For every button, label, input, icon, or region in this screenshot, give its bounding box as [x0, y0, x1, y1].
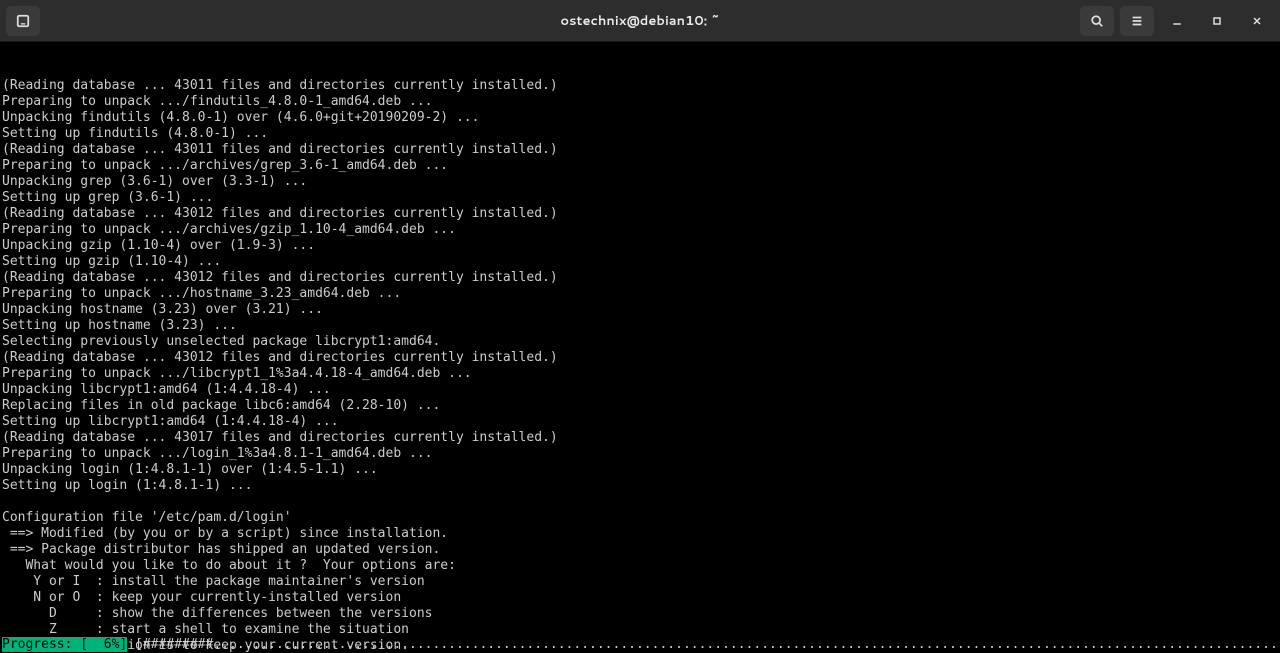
terminal-output[interactable]: (Reading database ... 43011 files and di… [0, 42, 1280, 653]
progress-row: Progress: [ 6%] [#########..............… [2, 637, 1278, 653]
terminal-lines: (Reading database ... 43011 files and di… [2, 78, 1278, 653]
terminal-line: Preparing to unpack .../archives/grep_3.… [2, 158, 1278, 174]
terminal-line: Setting up grep (3.6-1) ... [2, 190, 1278, 206]
terminal-line: Setting up login (1:4.8.1-1) ... [2, 478, 1278, 494]
terminal-line: Preparing to unpack .../archives/gzip_1.… [2, 222, 1278, 238]
terminal-line: Unpacking grep (3.6-1) over (3.3-1) ... [2, 174, 1278, 190]
terminal-line: Setting up gzip (1.10-4) ... [2, 254, 1278, 270]
terminal-line: Selecting previously unselected package … [2, 334, 1278, 350]
terminal-line: Setting up libcrypt1:amd64 (1:4.4.18-4) … [2, 414, 1278, 430]
terminal-line: Replacing files in old package libc6:amd… [2, 398, 1278, 414]
search-button[interactable] [1080, 6, 1114, 36]
maximize-button[interactable] [1200, 6, 1234, 36]
progress-bar-filled: ######### [143, 637, 213, 652]
terminal-line: Configuration file '/etc/pam.d/login' [2, 510, 1278, 526]
terminal-line [2, 494, 1278, 510]
terminal-line: (Reading database ... 43011 files and di… [2, 78, 1278, 94]
terminal-line: Unpacking hostname (3.23) over (3.21) ..… [2, 302, 1278, 318]
terminal-line: Setting up findutils (4.8.0-1) ... [2, 126, 1278, 142]
terminal-line: D : show the differences between the ver… [2, 606, 1278, 622]
terminal-line: Y or I : install the package maintainer'… [2, 574, 1278, 590]
terminal-line: Unpacking gzip (1.10-4) over (1.9-3) ... [2, 238, 1278, 254]
terminal-line: ==> Modified (by you or by a script) sin… [2, 526, 1278, 542]
new-tab-button[interactable] [6, 6, 40, 36]
terminal-line: What would you like to do about it ? You… [2, 558, 1278, 574]
window-titlebar: ostechnix@debian10: ~ [0, 0, 1280, 42]
terminal-line: Setting up hostname (3.23) ... [2, 318, 1278, 334]
hamburger-menu-button[interactable] [1120, 6, 1154, 36]
progress-bar-rest: ........................................… [213, 637, 1280, 652]
terminal-line: Preparing to unpack .../findutils_4.8.0-… [2, 94, 1278, 110]
minimize-icon [1171, 15, 1183, 27]
minimize-button[interactable] [1160, 6, 1194, 36]
hamburger-icon [1130, 14, 1144, 28]
terminal-line: (Reading database ... 43012 files and di… [2, 350, 1278, 366]
terminal-line: Preparing to unpack .../libcrypt1_1%3a4.… [2, 366, 1278, 382]
terminal-line: ==> Package distributor has shipped an u… [2, 542, 1278, 558]
close-icon [1251, 15, 1263, 27]
search-icon [1090, 14, 1104, 28]
terminal-line: Preparing to unpack .../hostname_3.23_am… [2, 286, 1278, 302]
terminal-line: (Reading database ... 43012 files and di… [2, 270, 1278, 286]
close-button[interactable] [1240, 6, 1274, 36]
progress-label: Progress: [ 6%] [2, 637, 127, 652]
terminal-line: (Reading database ... 43011 files and di… [2, 142, 1278, 158]
terminal-line: Unpacking findutils (4.8.0-1) over (4.6.… [2, 110, 1278, 126]
titlebar-right-group [1080, 6, 1280, 36]
terminal-line: Unpacking login (1:4.8.1-1) over (1:4.5-… [2, 462, 1278, 478]
terminal-line: Z : start a shell to examine the situati… [2, 622, 1278, 638]
maximize-icon [1211, 15, 1223, 27]
terminal-icon [16, 14, 30, 28]
terminal-line: Unpacking libcrypt1:amd64 (1:4.4.18-4) .… [2, 382, 1278, 398]
terminal-line: Preparing to unpack .../login_1%3a4.8.1-… [2, 446, 1278, 462]
titlebar-left-group [0, 6, 40, 36]
terminal-line: (Reading database ... 43017 files and di… [2, 430, 1278, 446]
terminal-line: (Reading database ... 43012 files and di… [2, 206, 1278, 222]
terminal-line: N or O : keep your currently-installed v… [2, 590, 1278, 606]
